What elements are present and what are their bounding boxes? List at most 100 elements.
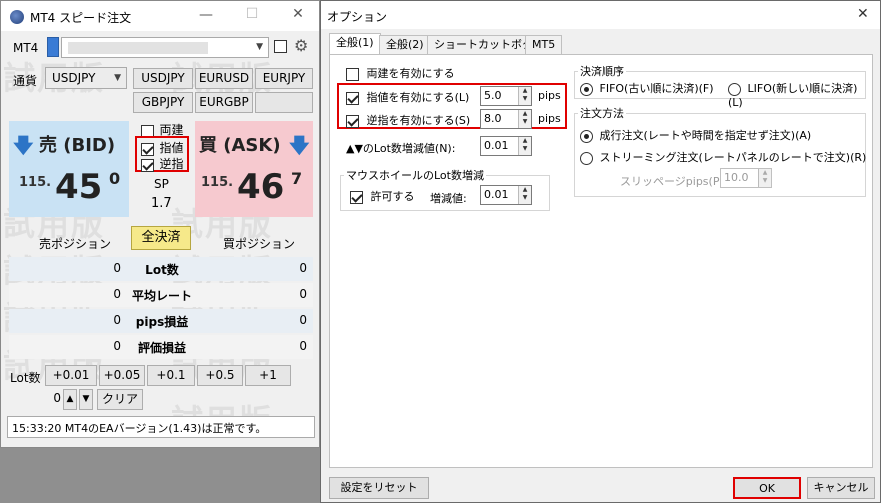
bid-price-pipette: 0 (109, 169, 121, 188)
lot-step-value: 0.01 (484, 139, 509, 152)
streaming-order-radio[interactable] (580, 151, 593, 165)
ok-button[interactable]: OK (733, 477, 801, 499)
clear-button[interactable]: クリア (97, 389, 143, 410)
close-icon[interactable]: ✕ (857, 6, 869, 22)
symbol-button-eurgbp[interactable]: EURGBP (195, 92, 253, 113)
limit-checkbox[interactable] (141, 142, 154, 156)
buy-lot-value: 0 (299, 261, 307, 275)
limit-enable-checkbox[interactable] (346, 91, 359, 105)
stop-option[interactable]: 逆指を有効にする(S) (346, 112, 470, 128)
ask-label: 買 (ASK) (199, 135, 281, 156)
close-icon[interactable]: ✕ (283, 6, 313, 22)
wheel-allow-option[interactable]: 許可する (350, 188, 415, 204)
streaming-order-label: ストリーミング注文(レートパネルのレートで注文)(R) (599, 151, 867, 164)
lot-add-0-01-button[interactable]: +0.01 (45, 365, 97, 386)
slippage-input: 10.0 ▲ ▼ (720, 168, 772, 188)
market-order-radio[interactable] (580, 129, 593, 143)
close-all-button[interactable]: 全決済 (131, 226, 191, 250)
hedge-enable-checkbox[interactable] (346, 67, 359, 81)
title-bar: MT4 スピード注文 — ☐ ✕ (1, 1, 319, 31)
symbol-button-gbpjpy[interactable]: GBPJPY (133, 92, 193, 113)
row-label: 平均レート (131, 289, 192, 303)
lot-add-1-button[interactable]: +1 (245, 365, 291, 386)
window-mode-icon[interactable] (274, 40, 287, 53)
wheel-allow-checkbox[interactable] (350, 190, 363, 204)
streaming-order-option[interactable]: ストリーミング注文(レートパネルのレートで注文)(R) (580, 149, 866, 165)
limit-pips-value: 5.0 (484, 89, 502, 102)
lot-add-0-5-button[interactable]: +0.5 (197, 365, 243, 386)
minimize-icon[interactable]: — (191, 7, 221, 23)
limit-check[interactable]: 指値 (141, 139, 184, 156)
limit-pips-input[interactable]: 5.0 ▲ ▼ (480, 86, 532, 106)
stop-check-label: 逆指 (159, 157, 184, 171)
fifo-option[interactable]: FIFO(古い順に決済)(F) (580, 80, 714, 96)
spin-icon[interactable]: ▲ ▼ (518, 137, 531, 155)
spin-icon[interactable]: ▲ ▼ (518, 87, 531, 105)
lifo-option[interactable]: LIFO(新しい順に決済)(L) (728, 80, 872, 109)
lot-label: Lot数 (10, 371, 41, 385)
maximize-icon: ☐ (245, 6, 259, 22)
spread-label: SP (154, 177, 169, 191)
hedge-option[interactable]: 両建を有効にする (346, 65, 455, 81)
status-text: 15:33:20 MT4のEAバージョン(1.43)は正常です。 (12, 422, 267, 435)
market-order-label: 成行注文(レートや時間を指定せず注文)(A) (599, 129, 812, 142)
currency-label: 通貨 (13, 74, 38, 88)
market-order-option[interactable]: 成行注文(レートや時間を指定せず注文)(A) (580, 127, 811, 143)
sell-position-label: 売ポジション (39, 237, 112, 251)
table-row: 0 評価損益 0 (9, 335, 313, 359)
stop-pips-input[interactable]: 8.0 ▲ ▼ (480, 109, 532, 129)
sell-pl-value: 0 (113, 339, 121, 353)
lot-add-0-05-button[interactable]: +0.05 (99, 365, 145, 386)
tab-general-1[interactable]: 全般(1) (329, 33, 381, 55)
stop-enable-label: 逆指を有効にする(S) (366, 114, 471, 127)
wheel-allow-label: 許可する (370, 190, 415, 203)
buy-pl-value: 0 (299, 339, 307, 353)
ask-panel[interactable]: 買 (ASK) 🡇 115. 46 7 (195, 121, 313, 217)
settle-order-title: 決済順序 (578, 63, 626, 79)
wheel-step-input[interactable]: 0.01 ▲ ▼ (480, 185, 532, 205)
tab-general-2[interactable]: 全般(2) (379, 35, 431, 55)
hedge-check-label: 両建 (159, 123, 184, 137)
lot-add-0-1-button[interactable]: +0.1 (147, 365, 195, 386)
lot-up-icon[interactable]: ▲ (63, 389, 77, 410)
symbol-button-eurjpy[interactable]: EURJPY (255, 68, 313, 89)
limit-check-label: 指値 (159, 141, 184, 155)
bid-price-main: 45 (55, 167, 103, 207)
dialog-title: オプション (327, 10, 388, 24)
reset-settings-button[interactable]: 設定をリセット (329, 477, 429, 499)
spin-icon: ▲ ▼ (758, 169, 771, 187)
buy-avg-rate-value: 0 (299, 287, 307, 301)
window-title: MT4 スピード注文 (30, 11, 132, 25)
bid-panel[interactable]: 🡇 売 (BID) 115. 45 0 (9, 121, 129, 217)
speed-order-window: MT4 スピード注文 — ☐ ✕ MT4 ▼ ⚙ 試用版 試用版 試用版 試用版… (0, 0, 320, 448)
spread-value: 1.7 (151, 196, 172, 211)
symbol-button-eurusd[interactable]: EURUSD (195, 68, 253, 89)
stop-checkbox[interactable] (141, 158, 154, 172)
row-label: 評価損益 (137, 341, 186, 355)
options-dialog: オプション ✕ 全般(1) 全般(2) ショートカットボタン MT5 両建を有効… (320, 0, 881, 503)
app-logo-icon (10, 10, 24, 24)
slippage-value: 10.0 (724, 171, 749, 184)
lot-down-icon[interactable]: ▼ (79, 389, 93, 410)
spin-icon[interactable]: ▲ ▼ (518, 186, 531, 204)
limit-option[interactable]: 指値を有効にする(L) (346, 89, 469, 105)
buy-pips-value: 0 (299, 313, 307, 327)
sell-lot-value: 0 (113, 261, 121, 275)
lot-value: 0 (53, 391, 61, 405)
lot-step-input[interactable]: 0.01 ▲ ▼ (480, 136, 532, 156)
cancel-button[interactable]: キャンセル (807, 477, 875, 499)
wheel-group-title: マウスホイールのLot数増減 (344, 167, 486, 183)
stop-enable-checkbox[interactable] (346, 114, 359, 128)
symbol-button-empty[interactable] (255, 92, 313, 113)
gear-icon[interactable]: ⚙ (294, 36, 308, 55)
symbol-select[interactable]: USDJPY ▼ (45, 67, 127, 89)
stop-check[interactable]: 逆指 (141, 155, 184, 172)
stop-pips-unit: pips (538, 112, 561, 125)
tab-mt5[interactable]: MT5 (525, 35, 563, 55)
sell-avg-rate-value: 0 (113, 287, 121, 301)
limit-pips-unit: pips (538, 89, 561, 102)
lifo-radio[interactable] (728, 82, 741, 96)
spin-icon[interactable]: ▲ ▼ (518, 110, 531, 128)
symbol-button-usdjpy[interactable]: USDJPY (133, 68, 193, 89)
fifo-radio[interactable] (580, 82, 593, 96)
